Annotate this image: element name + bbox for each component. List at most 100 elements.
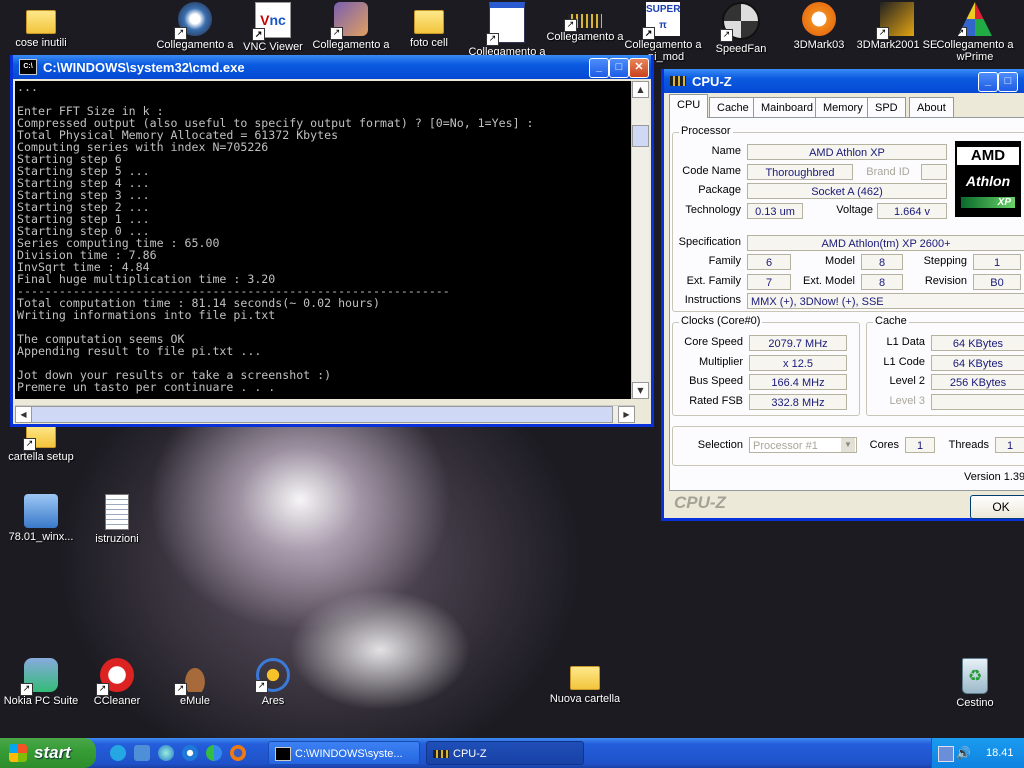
- browser-icon[interactable]: [158, 745, 174, 761]
- desktop-icon-speedfan[interactable]: SpeedFan: [700, 2, 782, 55]
- desktop-icon-vnc-viewer[interactable]: Vnc VNC Viewer: [232, 2, 314, 53]
- chevron-down-icon[interactable]: ▼: [841, 438, 855, 452]
- system-tray: 🔊 18.41: [931, 738, 1024, 768]
- instructions-label: Instructions: [684, 294, 741, 306]
- task-cmd[interactable]: C:\WINDOWS\syste...: [268, 741, 420, 765]
- ccleaner-icon: [96, 658, 134, 696]
- voltage-value: 1.664 v: [877, 203, 947, 219]
- fan-icon: [720, 2, 760, 42]
- desktop-icon-3dmark03[interactable]: 3DMark03: [778, 2, 860, 51]
- console-line: Writing informations into file pi.txt: [17, 308, 276, 322]
- gauge-icon: [174, 2, 212, 40]
- extmodel-label: Ext. Model: [803, 275, 855, 287]
- desktop-icon-installer[interactable]: 78.01_winx...: [0, 494, 82, 543]
- instructions-value: MMX (+), 3DNow! (+), SSE: [747, 293, 1024, 309]
- scroll-up-button[interactable]: ▲: [632, 81, 649, 98]
- level3-label: Level 3: [889, 395, 925, 407]
- folder-icon: [26, 10, 56, 34]
- maximize-button[interactable]: □: [609, 58, 629, 78]
- desktop-icon-ccleaner[interactable]: CCleaner: [76, 658, 158, 707]
- cmd-titlebar[interactable]: C:\ C:\WINDOWS\system32\cmd.exe _ □ ✕: [13, 55, 651, 79]
- hscroll-thumb[interactable]: [31, 406, 613, 423]
- level2-label: Level 2: [889, 375, 925, 387]
- desktop-icon-cose-inutili[interactable]: cose inutili: [0, 2, 82, 49]
- extfamily-value: 7: [747, 274, 791, 290]
- ie-icon[interactable]: [182, 745, 198, 761]
- spec-label: Specification: [678, 236, 741, 248]
- tab-cpu[interactable]: CPU: [669, 94, 709, 118]
- task-cpuz[interactable]: CPU-Z: [426, 741, 584, 765]
- start-button[interactable]: start: [0, 738, 96, 768]
- processor-group: Processor Name AMD Athlon XP Code Name T…: [672, 125, 1024, 312]
- tab-memory[interactable]: Memory: [815, 97, 871, 117]
- desktop-icon-ares[interactable]: Ares: [232, 658, 314, 707]
- desktop-icon-nokia-pc-suite[interactable]: Nokia PC Suite: [0, 658, 82, 707]
- cmd-window[interactable]: C:\ C:\WINDOWS\system32\cmd.exe _ □ ✕ ..…: [10, 55, 654, 427]
- firefox-icon[interactable]: [230, 745, 246, 761]
- task-cpuz-label: CPU-Z: [453, 748, 487, 760]
- recycle-bin-icon: ♻: [962, 658, 988, 694]
- clock[interactable]: 18.41: [986, 738, 1014, 768]
- app-icon[interactable]: [134, 745, 150, 761]
- desktop-icon-nuova-cartella[interactable]: Nuova cartella: [544, 658, 626, 705]
- stepping-value: 1: [973, 254, 1021, 270]
- chip-icon: [433, 750, 449, 758]
- desktop-icon-3dmark2001[interactable]: 3DMark2001 SE: [856, 2, 938, 51]
- maximize-button[interactable]: □: [998, 72, 1018, 92]
- chip-icon: [670, 76, 686, 86]
- package-label: Package: [698, 184, 741, 196]
- brandid-value: [921, 164, 947, 180]
- selection-row: Selection Processor #1 ▼ Cores 1 Threads…: [672, 426, 1024, 466]
- cpuz-titlebar[interactable]: CPU-Z _ □: [664, 69, 1024, 93]
- console-output[interactable]: ... Enter FFT Size in k : Compressed outpu…: [15, 81, 637, 399]
- desktop-icon-foto-cell[interactable]: foto cell: [388, 2, 470, 49]
- extmodel-value: 8: [861, 274, 903, 290]
- corespeed-value: 2079.7 MHz: [749, 335, 847, 351]
- messenger-icon[interactable]: [206, 745, 222, 761]
- tab-spd[interactable]: SPD: [867, 97, 906, 117]
- minimize-button[interactable]: _: [589, 58, 609, 78]
- minimize-button[interactable]: _: [978, 72, 998, 92]
- scroll-right-button[interactable]: ▶: [618, 406, 635, 423]
- desktop-icon-shortcut-gauge[interactable]: Collegamento a: [154, 2, 236, 51]
- stepping-label: Stepping: [923, 255, 967, 267]
- amd-athlon-logo: AMD Athlon XP: [955, 141, 1021, 217]
- desktop-icon-wprime[interactable]: Collegamento a wPrime: [934, 2, 1016, 63]
- cpuz-footer-brand: CPU-Z: [674, 493, 726, 512]
- close-button[interactable]: ✕: [629, 58, 649, 78]
- desktop-icon-super-pi-mod[interactable]: SUPERπ Collegamento a _pi_mod: [622, 2, 704, 63]
- clocks-group: Clocks (Core#0) Core Speed 2079.7 MHz Mu…: [672, 315, 860, 416]
- processor-group-title: Processor: [679, 125, 733, 137]
- tab-mainboard[interactable]: Mainboard: [753, 97, 821, 117]
- volume-icon[interactable]: 🔊: [956, 746, 971, 760]
- desktop-icon-shortcut-chip[interactable]: Collegamento a: [544, 2, 626, 43]
- desktop-icon-shortcut-app[interactable]: Collegamento a: [310, 2, 392, 51]
- l1code-value: 64 KBytes: [931, 355, 1024, 371]
- level3-value: [931, 394, 1024, 410]
- network-icon[interactable]: [938, 746, 954, 762]
- desktop-icon-shortcut-window[interactable]: Collegamento a: [466, 2, 548, 58]
- desktop-icon-istruzioni[interactable]: istruzioni: [76, 494, 158, 545]
- console-line: ...: [17, 81, 38, 94]
- horizontal-scrollbar[interactable]: ◀ ▶: [15, 405, 635, 423]
- tab-about[interactable]: About: [909, 97, 954, 117]
- console-line: Premere un tasto per continuare . . .: [17, 380, 276, 394]
- ok-button[interactable]: OK: [970, 495, 1024, 519]
- desktop-icon-cestino[interactable]: ♻ Cestino: [934, 658, 1016, 709]
- logo-suffix: XP: [961, 197, 1015, 208]
- cache-group: Cache L1 Data 64 KBytes L1 Code 64 KByte…: [866, 315, 1024, 416]
- voltage-label: Voltage: [836, 204, 873, 216]
- window-icon: [486, 2, 525, 46]
- scroll-left-button[interactable]: ◀: [15, 406, 32, 423]
- vertical-scrollbar[interactable]: ▲ ▼: [631, 81, 649, 399]
- cpuz-window[interactable]: CPU-Z _ □ CPU Cache Mainboard Memory SPD…: [661, 69, 1024, 521]
- installer-icon: [24, 494, 58, 528]
- tab-cache[interactable]: Cache: [709, 97, 757, 117]
- scroll-thumb[interactable]: [632, 125, 649, 147]
- family-value: 6: [747, 254, 791, 270]
- desktop-icon-emule[interactable]: eMule: [154, 658, 236, 707]
- cache-group-title: Cache: [873, 315, 909, 327]
- scroll-down-button[interactable]: ▼: [632, 382, 649, 399]
- multiplier-label: Multiplier: [698, 356, 743, 368]
- skype-icon[interactable]: [110, 745, 126, 761]
